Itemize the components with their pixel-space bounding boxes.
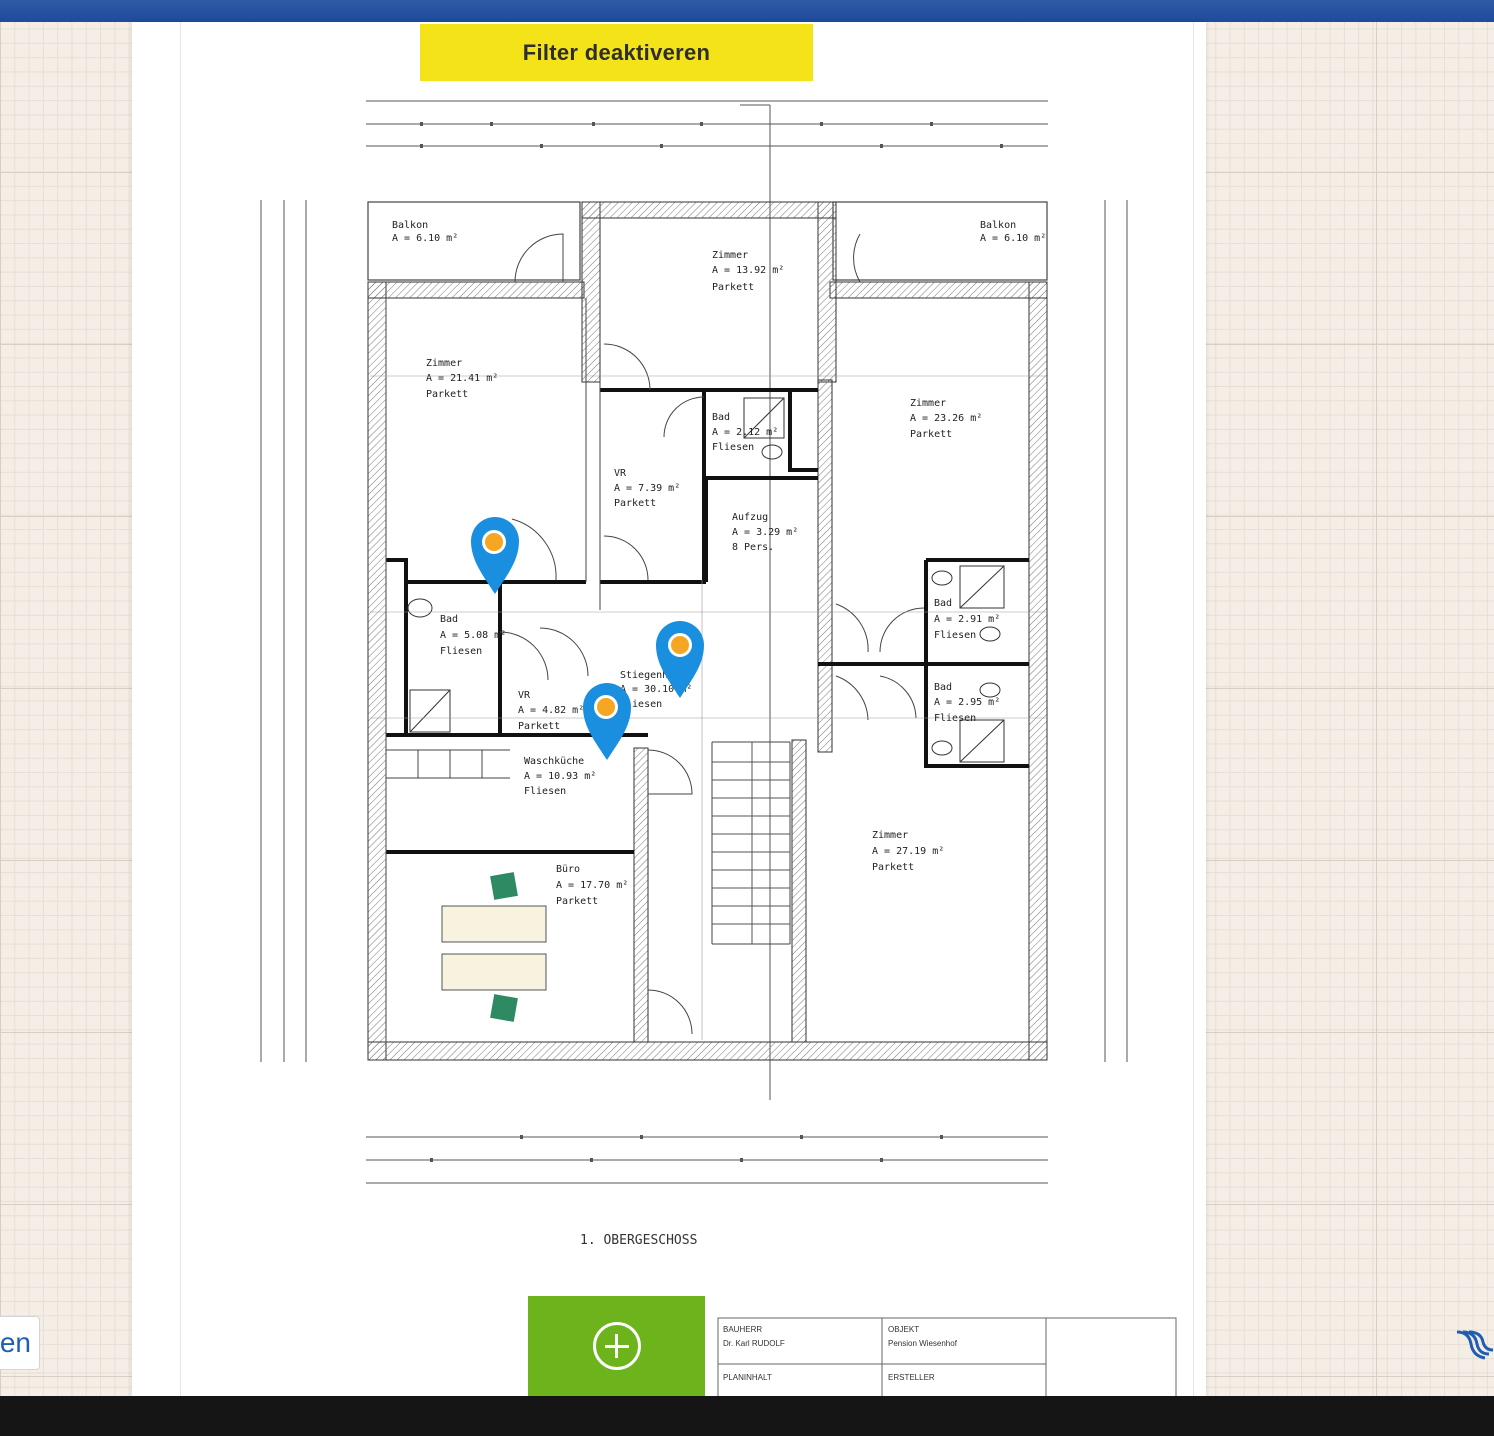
- room-name: Zimmer: [872, 830, 908, 841]
- room-floor: Parkett: [712, 282, 754, 293]
- room-area: A = 27.19 m²: [872, 846, 944, 857]
- floor-plan-drawing[interactable]: 1. OBERGESCHOSS Balkon A = 6.10 m² Zimme…: [0, 0, 1494, 1396]
- room-name: Waschküche: [524, 756, 584, 767]
- title-block-label: BAUHERR: [723, 1325, 762, 1334]
- marker-dot-icon: [671, 636, 689, 654]
- left-panel-button[interactable]: en: [0, 1316, 40, 1370]
- interior-walls: [386, 388, 1029, 854]
- room-name: Aufzug: [732, 512, 768, 523]
- room-floor: Parkett: [426, 389, 468, 400]
- room-area: A = 6.10 m²: [980, 233, 1046, 244]
- room-floor: Parkett: [872, 862, 914, 873]
- room-name: Zimmer: [712, 250, 748, 261]
- plus-circle-icon: [592, 1322, 641, 1370]
- room-floor: Fliesen: [524, 786, 566, 797]
- room-floor: Fliesen: [934, 713, 976, 724]
- room-name: VR: [614, 468, 627, 479]
- bottom-bar: [0, 1396, 1494, 1436]
- room-area: A = 3.29 m²: [732, 527, 798, 538]
- room-name: Balkon: [980, 220, 1016, 231]
- room-name: Bad: [440, 614, 458, 625]
- room-area: A = 5.08 m²: [440, 630, 506, 641]
- brand-logo-icon: [1456, 1330, 1494, 1360]
- add-button[interactable]: [528, 1296, 705, 1396]
- room-floor: Parkett: [556, 896, 598, 907]
- title-block-label: PLANINHALT: [723, 1373, 772, 1382]
- marker-dot-icon: [485, 533, 503, 551]
- room-area: A = 4.82 m²: [518, 705, 584, 716]
- room-area: A = 2.12 m²: [712, 427, 778, 438]
- room-name: VR: [518, 690, 531, 701]
- room-name: Bad: [712, 412, 730, 423]
- room-area: A = 21.41 m²: [426, 373, 498, 384]
- title-block-value: Dr. Karl RUDOLF: [723, 1339, 785, 1348]
- room-area: A = 13.92 m²: [712, 265, 784, 276]
- room-floor: Fliesen: [712, 442, 754, 453]
- room-area: A = 17.70 m²: [556, 880, 628, 891]
- title-block-label: ERSTELLER: [888, 1373, 935, 1382]
- room-floor: 8 Pers.: [732, 542, 774, 553]
- room-area: A = 6.10 m²: [392, 233, 458, 244]
- room-area: A = 7.39 m²: [614, 483, 680, 494]
- room-floor: Parkett: [910, 429, 952, 440]
- location-marker[interactable]: [583, 683, 631, 760]
- room-floor: Fliesen: [440, 646, 482, 657]
- title-block-label: OBJEKT: [888, 1325, 919, 1334]
- floor-title: 1. OBERGESCHOSS: [580, 1233, 697, 1248]
- room-name: Bad: [934, 682, 952, 693]
- room-area: A = 23.26 m²: [910, 413, 982, 424]
- title-block-value: Pension Wiesenhof: [888, 1339, 958, 1348]
- title-block: BAUHERR Dr. Karl RUDOLF OBJEKT Pension W…: [717, 1317, 1177, 1396]
- room-name: Büro: [556, 864, 580, 875]
- room-name: Zimmer: [426, 358, 462, 369]
- room-name: Balkon: [392, 220, 428, 231]
- office-furniture: [441, 872, 547, 1022]
- room-floor: Parkett: [518, 721, 560, 732]
- staircase: [712, 742, 790, 944]
- room-floor: Parkett: [614, 498, 656, 509]
- room-floor: Fliesen: [934, 630, 976, 641]
- room-area: A = 2.91 m²: [934, 614, 1000, 625]
- room-area: A = 10.93 m²: [524, 771, 596, 782]
- room-area: A = 2.95 m²: [934, 697, 1000, 708]
- room-name: Zimmer: [910, 398, 946, 409]
- marker-dot-icon: [597, 698, 615, 716]
- room-name: Bad: [934, 598, 952, 609]
